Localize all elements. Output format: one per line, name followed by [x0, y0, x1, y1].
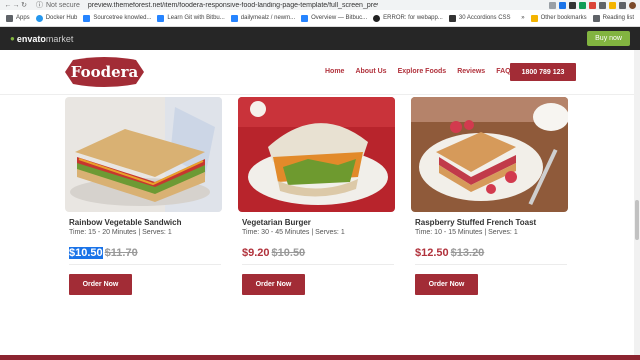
bookmark-apps[interactable]: Apps — [6, 14, 30, 22]
apps-grid-icon — [6, 14, 13, 22]
envato-preview-bar: ● envato market Buy now — [0, 27, 640, 50]
security-label: Not secure — [46, 1, 80, 9]
menu-explore-foods[interactable]: Explore Foods — [398, 68, 447, 75]
logo-text: Foodera — [70, 63, 139, 81]
product-price: $9.20 — [242, 247, 270, 259]
sourcetree-icon — [83, 14, 91, 22]
reload-icon[interactable]: ↻ — [20, 1, 28, 9]
bitbucket-icon — [157, 14, 165, 22]
menu-about-us[interactable]: About Us — [355, 68, 386, 75]
product-name: Raspberry Stuffed French Toast — [415, 218, 537, 227]
bitbucket-icon — [301, 14, 309, 22]
product-image-sandwich[interactable] — [65, 97, 222, 212]
product-card: Raspberry Stuffed French Toast Time: 10 … — [411, 97, 568, 295]
url-field[interactable]: preview.themeforest.net/item/foodera-res… — [88, 2, 378, 9]
forward-icon[interactable]: → — [12, 2, 20, 9]
reading-list-icon — [592, 14, 600, 22]
docker-icon — [35, 14, 43, 22]
bookmark-dailymealz[interactable]: dailymealz / newm... — [230, 14, 295, 22]
bitbucket-icon — [230, 14, 238, 22]
main-menu: Home About Us Explore Foods Reviews FAQ — [325, 68, 522, 75]
back-icon[interactable]: ← — [4, 2, 12, 9]
site-header: Foodera Home About Us Explore Foods Revi… — [0, 50, 640, 95]
envato-leaf-icon: ● — [10, 34, 15, 43]
extensions-area — [549, 1, 636, 9]
bookmark-sourcetree[interactable]: Sourcetree knowled... — [83, 14, 151, 22]
order-now-button[interactable]: Order Now — [69, 274, 132, 295]
product-prices: $10.50 $11.70 — [69, 247, 222, 259]
product-name: Vegetarian Burger — [242, 218, 311, 227]
product-meta: Time: 10 - 15 Minutes | Serves: 1 — [415, 229, 518, 236]
bookmarks-bar: Apps Docker Hub Sourcetree knowled... Le… — [0, 10, 640, 27]
profile-avatar[interactable] — [629, 1, 636, 9]
reading-list[interactable]: Reading list — [592, 14, 634, 22]
product-name: Rainbow Vegetable Sandwich — [69, 218, 182, 227]
product-prices: $12.50 $13.20 — [415, 247, 568, 259]
divider — [242, 264, 394, 265]
github-icon — [373, 14, 381, 22]
share-icon[interactable] — [549, 1, 556, 9]
envato-logo[interactable]: ● envato market — [10, 34, 73, 44]
product-price: $12.50 — [415, 247, 449, 259]
product-card: Rainbow Vegetable Sandwich Time: 15 - 20… — [65, 97, 222, 295]
bookmark-error-webapp[interactable]: ERROR: for webapp... — [373, 14, 443, 22]
extension-icon[interactable] — [589, 1, 596, 9]
product-old-price: $10.50 — [271, 247, 306, 259]
phone-button[interactable]: 1800 789 123 — [510, 63, 576, 81]
scrollbar-thumb[interactable] — [635, 200, 639, 240]
product-old-price: $13.20 — [450, 247, 485, 259]
other-bookmarks[interactable]: Other bookmarks — [530, 14, 587, 22]
divider — [69, 264, 221, 265]
folder-icon — [530, 14, 538, 22]
star-icon[interactable] — [559, 1, 566, 9]
menu-faq[interactable]: FAQ — [496, 68, 510, 75]
bookmark-docker-hub[interactable]: Docker Hub — [35, 14, 77, 22]
product-prices: $9.20 $10.50 — [242, 247, 395, 259]
product-image-burger[interactable] — [238, 97, 395, 212]
divider — [415, 264, 567, 265]
order-now-button[interactable]: Order Now — [415, 274, 478, 295]
info-icon[interactable]: ⓘ — [36, 0, 43, 10]
bookmark-learn-git[interactable]: Learn Git with Bitbu... — [157, 14, 225, 22]
product-meta: Time: 30 - 45 Minutes | Serves: 1 — [242, 229, 345, 236]
bookmark-accordions[interactable]: 30 Accordions CSS — [448, 14, 511, 22]
order-now-button[interactable]: Order Now — [242, 274, 305, 295]
product-card: Vegetarian Burger Time: 30 - 45 Minutes … — [238, 97, 395, 295]
menu-reviews[interactable]: Reviews — [457, 68, 485, 75]
extension-icon[interactable] — [579, 1, 586, 9]
menu-home[interactable]: Home — [325, 68, 344, 75]
page-scrollbar[interactable] — [634, 50, 640, 360]
extension-icon[interactable] — [569, 1, 576, 9]
bookmarks-overflow-button[interactable]: » — [521, 15, 524, 22]
buy-now-button[interactable]: Buy now — [587, 31, 630, 46]
bookmark-page-icon — [448, 14, 456, 22]
foodera-logo[interactable]: Foodera — [65, 56, 144, 88]
footer-band — [0, 355, 640, 360]
product-image-french-toast[interactable] — [411, 97, 568, 212]
browser-address-bar: ← → ↻ ⓘ Not secure preview.themeforest.n… — [0, 0, 640, 10]
product-price: $10.50 — [69, 247, 103, 259]
puzzle-icon[interactable] — [619, 1, 626, 9]
bookmark-overview[interactable]: Overview — Bitbuc... — [301, 14, 367, 22]
extension-icon[interactable] — [599, 1, 606, 9]
product-old-price: $11.70 — [104, 247, 138, 259]
product-meta: Time: 15 - 20 Minutes | Serves: 1 — [69, 229, 172, 236]
extension-icon[interactable] — [609, 1, 616, 9]
